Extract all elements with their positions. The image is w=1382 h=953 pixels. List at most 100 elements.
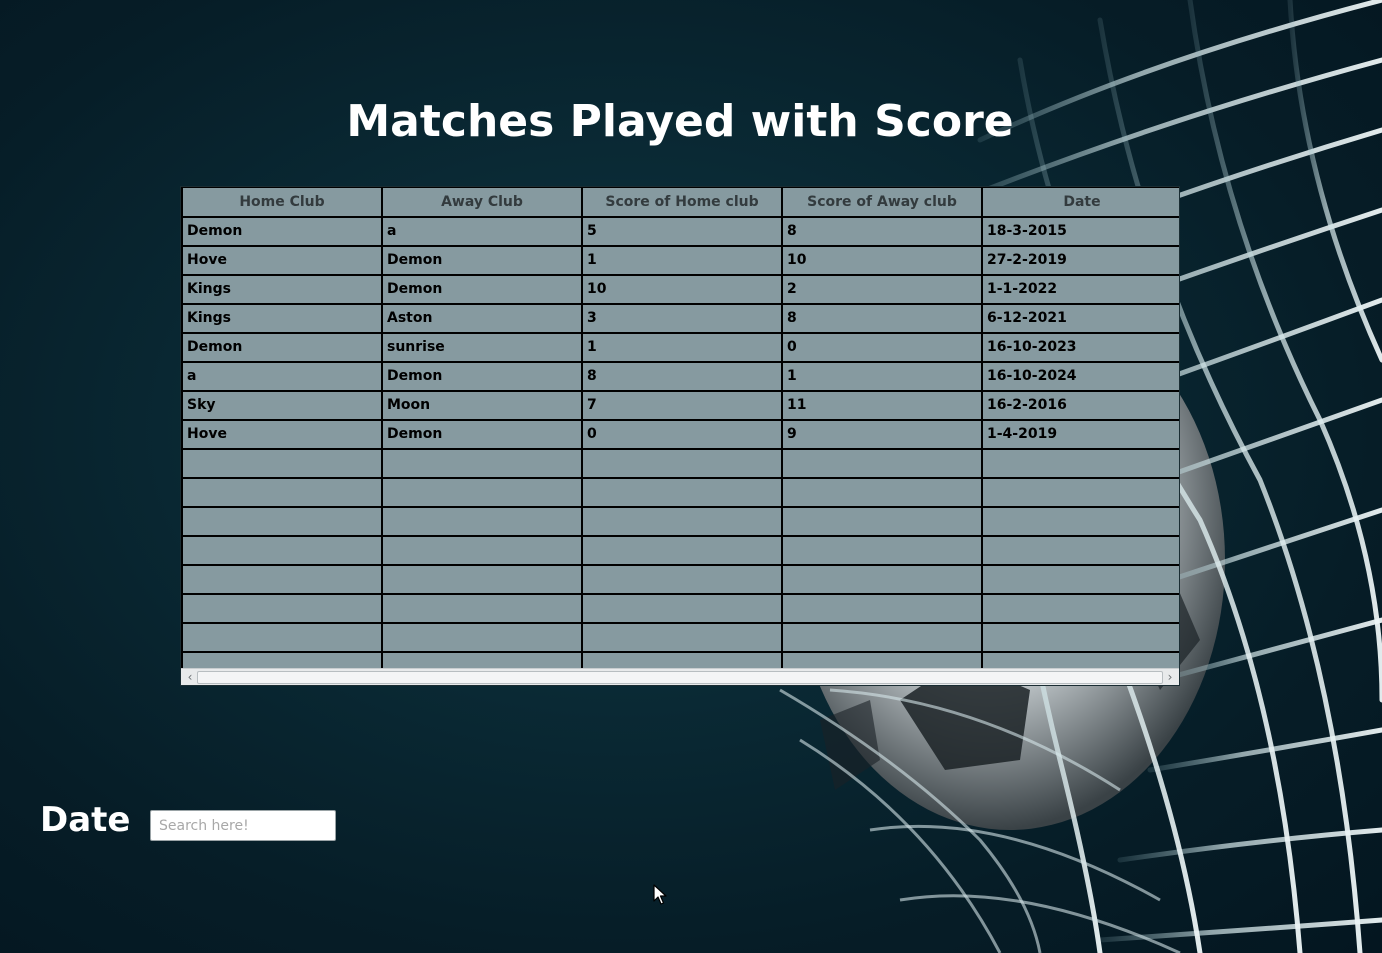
cell-date[interactable] — [981, 592, 1179, 624]
cell-home-score[interactable]: 7 — [581, 389, 783, 421]
cell-home-club[interactable] — [181, 592, 383, 624]
cell-home-score[interactable]: 1 — [581, 244, 783, 276]
table-row[interactable] — [181, 621, 1179, 653]
cell-date[interactable]: 18-3-2015 — [981, 215, 1179, 247]
cell-home-club[interactable] — [181, 534, 383, 566]
table-row[interactable] — [181, 447, 1179, 479]
column-header-home-club[interactable]: Home Club — [181, 187, 383, 218]
cell-away-club[interactable]: Demon — [381, 418, 583, 450]
table-row[interactable]: a Demon 8 1 16-10-2024 — [181, 360, 1179, 392]
cell-away-score[interactable] — [781, 476, 983, 508]
cell-home-score[interactable] — [581, 447, 783, 479]
cell-away-score[interactable]: 11 — [781, 389, 983, 421]
cell-home-score[interactable]: 5 — [581, 215, 783, 247]
cell-away-club[interactable] — [381, 592, 583, 624]
table-row[interactable]: Kings Aston 3 8 6-12-2021 — [181, 302, 1179, 334]
cell-home-club[interactable] — [181, 447, 383, 479]
cell-away-score[interactable] — [781, 534, 983, 566]
cell-away-club[interactable]: Demon — [381, 273, 583, 305]
horizontal-scrollbar[interactable]: ‹ › — [181, 668, 1179, 685]
cell-away-score[interactable] — [781, 505, 983, 537]
column-header-date[interactable]: Date — [981, 187, 1179, 218]
cell-away-club[interactable] — [381, 476, 583, 508]
table-row[interactable] — [181, 505, 1179, 537]
chevron-left-icon[interactable]: ‹ — [183, 669, 197, 685]
cell-home-club[interactable]: Demon — [181, 331, 383, 363]
cell-home-club[interactable] — [181, 621, 383, 653]
cell-home-score[interactable]: 1 — [581, 331, 783, 363]
cell-away-club[interactable]: Demon — [381, 360, 583, 392]
cell-away-score[interactable]: 0 — [781, 331, 983, 363]
cell-home-score[interactable]: 8 — [581, 360, 783, 392]
cell-away-score[interactable] — [781, 621, 983, 653]
table-row[interactable]: Demon a 5 8 18-3-2015 — [181, 215, 1179, 247]
column-header-away-score[interactable]: Score of Away club — [781, 187, 983, 218]
table-row[interactable]: Hove Demon 0 9 1-4-2019 — [181, 418, 1179, 450]
cell-away-club[interactable]: Aston — [381, 302, 583, 334]
cell-date[interactable]: 16-10-2023 — [981, 331, 1179, 363]
cell-home-club[interactable] — [181, 563, 383, 595]
column-header-home-score[interactable]: Score of Home club — [581, 187, 783, 218]
cell-date[interactable] — [981, 563, 1179, 595]
cell-home-club[interactable]: Demon — [181, 215, 383, 247]
cell-away-club[interactable] — [381, 621, 583, 653]
cell-home-club[interactable] — [181, 476, 383, 508]
cell-date[interactable]: 16-2-2016 — [981, 389, 1179, 421]
cell-away-club[interactable] — [381, 447, 583, 479]
cell-away-score[interactable] — [781, 447, 983, 479]
cell-date[interactable] — [981, 650, 1179, 668]
cell-away-club[interactable]: a — [381, 215, 583, 247]
cell-date[interactable] — [981, 476, 1179, 508]
cell-date[interactable]: 6-12-2021 — [981, 302, 1179, 334]
table-row[interactable]: Sky Moon 7 11 16-2-2016 — [181, 389, 1179, 421]
cell-away-score[interactable]: 8 — [781, 302, 983, 334]
cell-home-club[interactable]: Hove — [181, 244, 383, 276]
cell-home-score[interactable] — [581, 476, 783, 508]
cell-date[interactable]: 16-10-2024 — [981, 360, 1179, 392]
cell-date[interactable] — [981, 447, 1179, 479]
cell-away-club[interactable]: Moon — [381, 389, 583, 421]
cell-away-club[interactable] — [381, 650, 583, 668]
cell-home-score[interactable] — [581, 621, 783, 653]
cell-away-score[interactable] — [781, 592, 983, 624]
cell-date[interactable] — [981, 534, 1179, 566]
cell-home-score[interactable]: 10 — [581, 273, 783, 305]
cell-home-score[interactable] — [581, 592, 783, 624]
column-header-away-club[interactable]: Away Club — [381, 187, 583, 218]
cell-away-score[interactable] — [781, 650, 983, 668]
cell-home-club[interactable]: a — [181, 360, 383, 392]
date-search-input[interactable] — [150, 810, 336, 841]
table-row[interactable] — [181, 592, 1179, 624]
cell-date[interactable]: 1-4-2019 — [981, 418, 1179, 450]
cell-home-club[interactable]: Hove — [181, 418, 383, 450]
chevron-right-icon[interactable]: › — [1163, 669, 1177, 685]
cell-home-club[interactable] — [181, 505, 383, 537]
table-row[interactable]: Kings Demon 10 2 1-1-2022 — [181, 273, 1179, 305]
cell-away-club[interactable] — [381, 505, 583, 537]
cell-away-club[interactable] — [381, 563, 583, 595]
cell-away-score[interactable]: 10 — [781, 244, 983, 276]
cell-home-club[interactable]: Kings — [181, 273, 383, 305]
cell-away-club[interactable]: Demon — [381, 244, 583, 276]
cell-home-score[interactable] — [581, 534, 783, 566]
cell-away-score[interactable]: 8 — [781, 215, 983, 247]
cell-home-club[interactable]: Sky — [181, 389, 383, 421]
cell-away-club[interactable] — [381, 534, 583, 566]
table-row[interactable] — [181, 563, 1179, 595]
table-row[interactable]: Demon sunrise 1 0 16-10-2023 — [181, 331, 1179, 363]
cell-date[interactable]: 27-2-2019 — [981, 244, 1179, 276]
cell-date[interactable]: 1-1-2022 — [981, 273, 1179, 305]
cell-away-club[interactable]: sunrise — [381, 331, 583, 363]
table-row[interactable] — [181, 534, 1179, 566]
cell-home-club[interactable]: Kings — [181, 302, 383, 334]
cell-home-score[interactable]: 0 — [581, 418, 783, 450]
table-row[interactable] — [181, 476, 1179, 508]
table-row[interactable]: Hove Demon 1 10 27-2-2019 — [181, 244, 1179, 276]
cell-date[interactable] — [981, 621, 1179, 653]
cell-date[interactable] — [981, 505, 1179, 537]
cell-home-score[interactable]: 3 — [581, 302, 783, 334]
cell-away-score[interactable]: 2 — [781, 273, 983, 305]
cell-home-score[interactable] — [581, 563, 783, 595]
cell-away-score[interactable]: 9 — [781, 418, 983, 450]
cell-home-club[interactable] — [181, 650, 383, 668]
